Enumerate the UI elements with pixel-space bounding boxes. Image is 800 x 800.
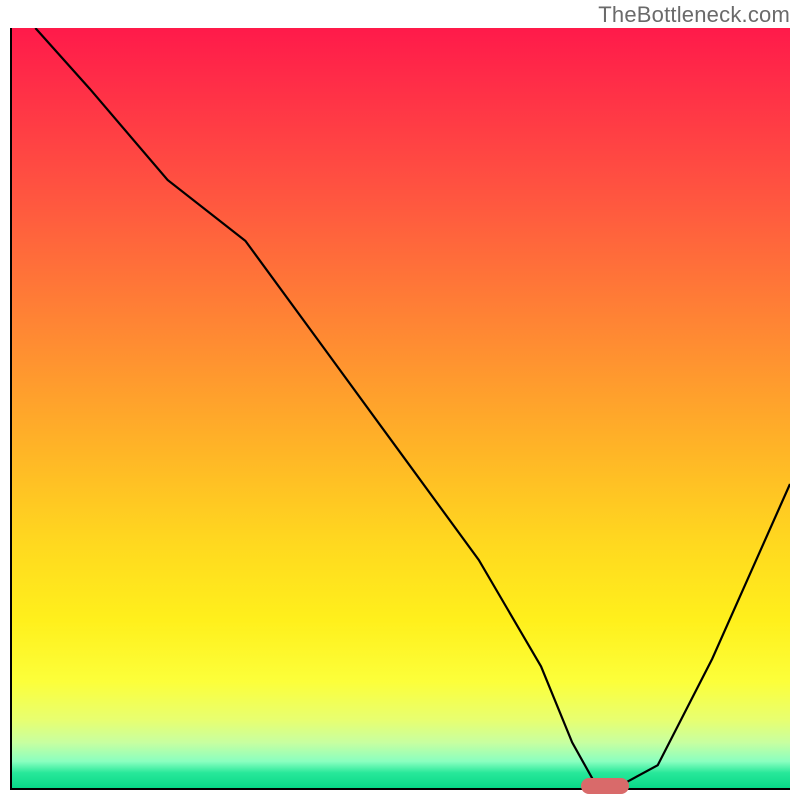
optimal-marker	[581, 778, 629, 794]
chart-plot-area	[10, 28, 790, 790]
bottleneck-curve-line	[35, 28, 790, 784]
watermark-text: TheBottleneck.com	[598, 2, 790, 28]
chart-curve-svg	[12, 28, 790, 788]
